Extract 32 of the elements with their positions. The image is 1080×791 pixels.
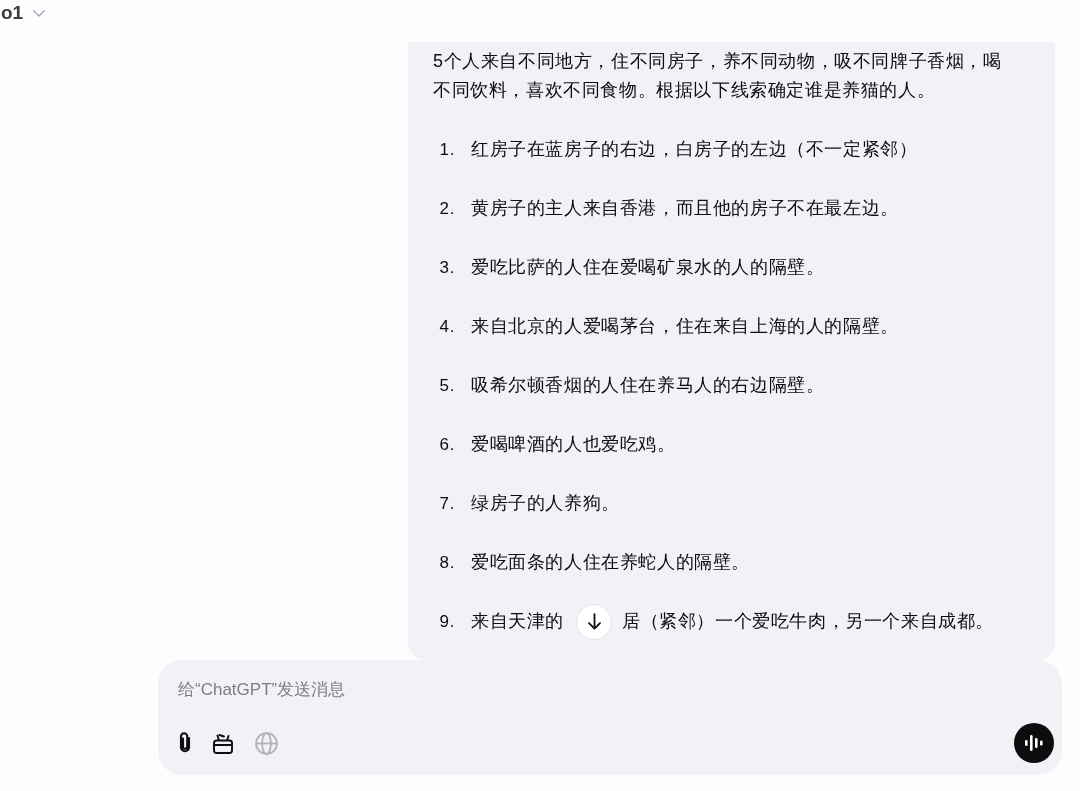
- message-text: 5个人来自不同地方，住不同房子，养不同动物，吸不同牌子香烟，喝不同饮料，喜欢不同食物。根据以下线索确定谁是养猫的人。: [433, 50, 1003, 102]
- list-number: 6.: [438, 434, 455, 455]
- chevron-down-icon: [33, 10, 46, 17]
- paperclip-icon: [179, 732, 191, 754]
- list-number: 9.: [438, 611, 455, 632]
- waveform-icon: [1025, 735, 1043, 751]
- list-number: 4.: [438, 316, 455, 337]
- clue-text: 来自北京的人爱喝茅台，住在来自上海的人的隔壁。: [471, 315, 899, 338]
- list-number: 3.: [438, 257, 455, 278]
- clue-text: 吸希尔顿香烟的人住在养马人的右边隔壁。: [471, 374, 825, 397]
- clue-text: 爱喝啤酒的人也爱吃鸡。: [471, 433, 676, 456]
- list-number: 1.: [438, 139, 455, 160]
- list-number: 2.: [438, 198, 455, 219]
- model-selector[interactable]: o1: [0, 1, 46, 25]
- clue-text: 居（紧邻）一个爱吃牛肉，另一个来自成都。: [622, 610, 994, 633]
- list-number: 5.: [438, 375, 455, 396]
- scroll-down-button[interactable]: [576, 603, 612, 640]
- attach-button[interactable]: [179, 732, 191, 754]
- list-number: 7.: [438, 493, 455, 514]
- clue-text: 绿房子的人养狗。: [471, 492, 620, 515]
- voice-button[interactable]: [1014, 723, 1054, 763]
- arrow-down-icon: [587, 613, 601, 630]
- toolbox-icon: [212, 732, 234, 754]
- clue-text: 黄房子的主人来自香港，而且他的房子不在最左边。: [471, 197, 899, 220]
- clue-text: 爱吃比萨的人住在爱喝矿泉水的人的隔壁。: [471, 256, 825, 279]
- clue-text: 爱吃面条的人住在养蛇人的隔壁。: [471, 551, 750, 574]
- globe-icon: [255, 731, 278, 755]
- message-input[interactable]: 给“ChatGPT”发送消息: [178, 677, 778, 703]
- list-number: 8.: [438, 552, 455, 573]
- clue-text: 红房子在蓝房子的右边，白房子的左边（不一定紧邻）: [471, 138, 918, 161]
- clue-text: 来自天津的: [471, 610, 564, 633]
- tools-button[interactable]: [212, 732, 234, 754]
